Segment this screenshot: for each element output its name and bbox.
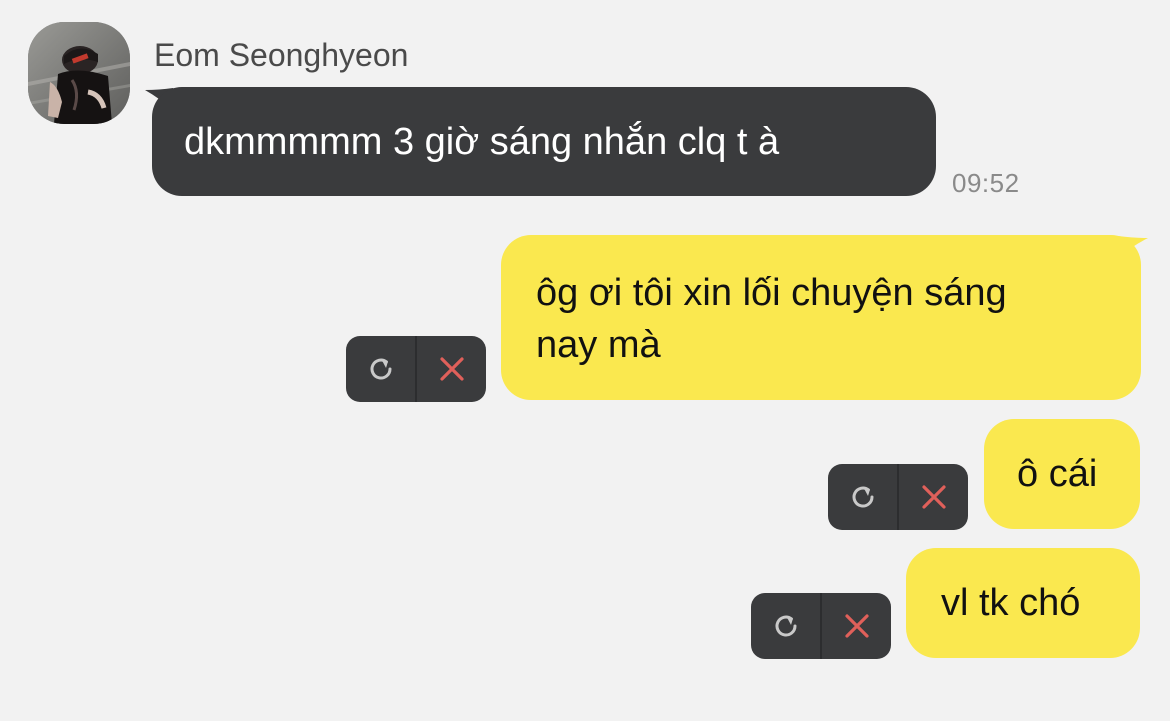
delete-button[interactable] bbox=[417, 336, 486, 402]
resend-button[interactable] bbox=[828, 464, 899, 530]
failed-message-actions bbox=[346, 336, 486, 402]
outgoing-message-text: vl tk chó bbox=[941, 582, 1081, 624]
avatar-photo bbox=[28, 22, 130, 124]
sender-avatar[interactable] bbox=[28, 22, 130, 124]
outgoing-message-text: ô cái bbox=[1017, 453, 1098, 495]
message-timestamp: 09:52 bbox=[952, 168, 1020, 198]
sender-name: Eom Seonghyeon bbox=[154, 37, 409, 73]
retry-icon bbox=[370, 358, 391, 380]
outgoing-message-text-line-1: ôg ơi tôi xin lối chuyện sáng bbox=[536, 272, 1007, 314]
outgoing-message-text-line-2: nay mà bbox=[536, 324, 661, 366]
resend-button[interactable] bbox=[346, 336, 417, 402]
failed-message-actions bbox=[828, 464, 968, 530]
delete-icon bbox=[439, 357, 464, 381]
resend-button[interactable] bbox=[751, 593, 822, 659]
failed-message-actions bbox=[751, 593, 891, 659]
retry-icon bbox=[852, 486, 873, 508]
delete-button[interactable] bbox=[899, 464, 968, 530]
incoming-message-bubble[interactable]: dkmmmmm 3 giờ sáng nhắn clq t à bbox=[152, 87, 936, 196]
retry-icon bbox=[775, 615, 796, 637]
incoming-message-text: dkmmmmm 3 giờ sáng nhắn clq t à bbox=[184, 120, 780, 163]
delete-icon bbox=[921, 485, 946, 509]
outgoing-message-bubble[interactable]: ô cái bbox=[984, 419, 1140, 529]
outgoing-message-bubble[interactable]: vl tk chó bbox=[906, 548, 1140, 658]
delete-icon bbox=[844, 614, 869, 638]
outgoing-message-bubble[interactable]: ôg ơi tôi xin lối chuyện sáng nay mà bbox=[501, 235, 1141, 400]
delete-button[interactable] bbox=[822, 593, 891, 659]
